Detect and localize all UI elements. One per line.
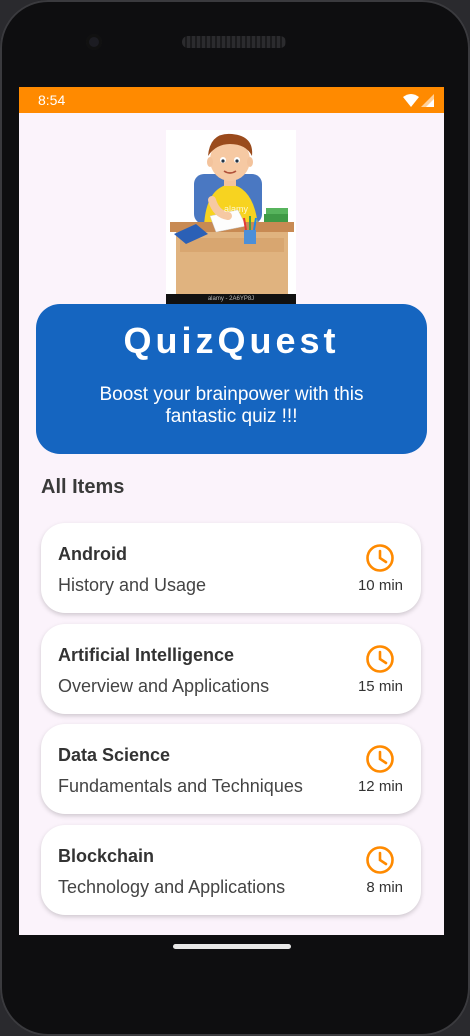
status-time: 8:54 [38,92,66,108]
clock-icon [366,645,394,673]
front-camera [86,34,102,50]
earpiece-speaker [182,36,286,48]
card-title: Android [58,544,127,564]
phone-frame: 8:54 alamy alamy - 2A6YP8J QuizQuest Boo… [0,0,470,1036]
student-at-desk-illustration: alamy [170,133,294,294]
hero-banner: QuizQuest Boost your brainpower with thi… [36,304,427,454]
card-duration: 15 min [357,678,403,695]
card-duration: 12 min [357,778,403,795]
app-screen: 8:54 alamy alamy - 2A6YP8J QuizQuest Boo… [19,87,444,935]
app-tagline: Boost your brainpower with this fantasti… [99,384,364,427]
student-illustration: alamy alamy - 2A6YP8J [166,130,296,304]
card-subtitle: Overview and Applications [58,676,270,696]
quiz-card-android[interactable]: Android History and Usage 10 min [41,523,421,613]
quiz-card-artificial-intelligence[interactable]: Artificial Intelligence Overview and App… [41,624,421,714]
image-caption: alamy - 2A6YP8J [166,294,296,304]
clock-icon [366,544,394,572]
card-subtitle: History and Usage [58,575,207,595]
card-duration: 10 min [357,577,403,594]
home-gesture-bar[interactable] [173,944,291,949]
status-icons [403,93,434,107]
quiz-card-blockchain[interactable]: Blockchain Technology and Applications 8… [41,825,421,915]
clock-icon [366,846,394,874]
signal-icon [421,93,434,107]
clock-icon [366,745,394,773]
card-title: Artificial Intelligence [58,645,235,665]
card-title: Data Science [58,745,171,765]
card-duration: 8 min [366,879,403,896]
wifi-icon [403,93,419,107]
watermark-text: alamy [224,204,249,214]
quiz-card-data-science[interactable]: Data Science Fundamentals and Techniques… [41,724,421,814]
card-subtitle: Fundamentals and Techniques [58,776,303,796]
section-title: All Items [41,476,125,498]
card-subtitle: Technology and Applications [58,877,286,897]
card-title: Blockchain [58,846,155,866]
app-title: QuizQuest [123,320,340,361]
status-bar: 8:54 [19,87,444,113]
